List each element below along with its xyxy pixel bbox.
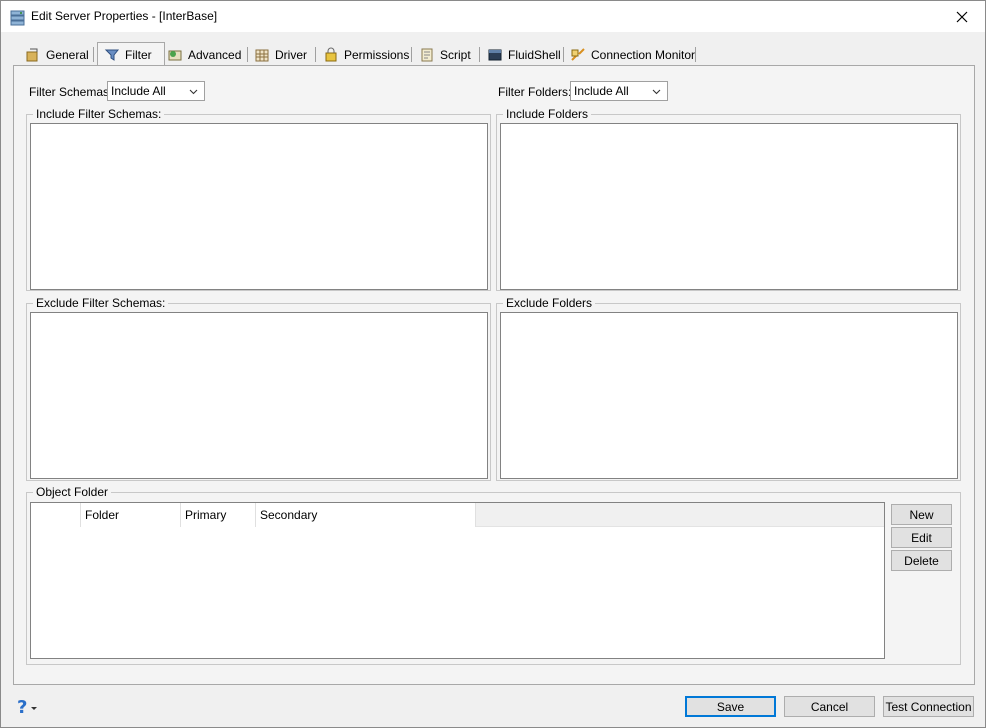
- object-folder-group: Object Folder Folder Primary Secondary N…: [26, 485, 961, 665]
- column-header-primary[interactable]: Primary: [181, 503, 256, 527]
- object-folder-title: Object Folder: [33, 485, 112, 499]
- filter-folders-select[interactable]: Include All: [570, 81, 668, 101]
- object-folder-table[interactable]: Folder Primary Secondary: [30, 502, 885, 659]
- dialog-window: Edit Server Properties - [InterBase] Gen…: [0, 0, 986, 728]
- include-filter-schemas-title: Include Filter Schemas:: [33, 107, 165, 121]
- tab-permissions[interactable]: Permissions: [323, 44, 409, 65]
- fluidshell-icon: [487, 47, 503, 63]
- chevron-down-icon: [652, 89, 661, 95]
- edit-button[interactable]: Edit: [891, 527, 952, 548]
- include-folders-list[interactable]: [500, 123, 958, 290]
- permissions-icon: [323, 47, 339, 63]
- general-icon: [25, 47, 41, 63]
- exclude-filter-schemas-title: Exclude Filter Schemas:: [33, 296, 169, 310]
- chevron-down-icon: [189, 89, 198, 95]
- delete-button[interactable]: Delete: [891, 550, 952, 571]
- filter-schemas-label: Filter Schemas:: [29, 85, 113, 99]
- filter-icon: [104, 47, 120, 63]
- close-button[interactable]: [939, 1, 985, 32]
- tab-bar: General Filter Advanced Driver Permissio…: [13, 42, 975, 66]
- server-icon: [9, 8, 27, 26]
- include-folders-title: Include Folders: [503, 107, 592, 121]
- exclude-folders-group: Exclude Folders: [496, 296, 961, 481]
- tab-filter[interactable]: Filter: [97, 42, 165, 66]
- chevron-down-icon: [31, 706, 38, 710]
- help-icon: ?: [17, 697, 28, 718]
- exclude-folders-title: Exclude Folders: [503, 296, 596, 310]
- test-connection-button[interactable]: Test Connection: [883, 696, 974, 717]
- exclude-filter-schemas-group: Exclude Filter Schemas:: [26, 296, 491, 481]
- close-icon: [956, 11, 968, 22]
- include-folders-group: Include Folders: [496, 107, 961, 291]
- include-filter-schemas-list[interactable]: [30, 123, 488, 290]
- tab-script[interactable]: Script: [419, 44, 471, 65]
- tab-fluidshell[interactable]: FluidShell: [487, 44, 561, 65]
- column-header-secondary[interactable]: Secondary: [256, 503, 476, 527]
- save-button[interactable]: Save: [685, 696, 776, 717]
- title-bar[interactable]: Edit Server Properties - [InterBase]: [1, 1, 985, 32]
- tab-driver[interactable]: Driver: [254, 44, 307, 65]
- window-title: Edit Server Properties - [InterBase]: [31, 9, 218, 23]
- driver-icon: [254, 47, 270, 63]
- tab-connection-monitor[interactable]: Connection Monitor: [570, 44, 695, 65]
- script-icon: [419, 47, 435, 63]
- tab-advanced[interactable]: Advanced: [167, 44, 241, 65]
- include-filter-schemas-group: Include Filter Schemas:: [26, 107, 491, 291]
- help-button[interactable]: ?: [17, 697, 38, 718]
- filter-schemas-select[interactable]: Include All: [107, 81, 205, 101]
- new-button[interactable]: New: [891, 504, 952, 525]
- tab-general[interactable]: General: [25, 44, 89, 65]
- advanced-icon: [167, 47, 183, 63]
- column-header-folder[interactable]: Folder: [81, 503, 181, 527]
- connection-monitor-icon: [570, 47, 586, 63]
- table-header: Folder Primary Secondary: [31, 503, 884, 527]
- exclude-folders-list[interactable]: [500, 312, 958, 479]
- column-header-selector[interactable]: [31, 503, 81, 527]
- exclude-filter-schemas-list[interactable]: [30, 312, 488, 479]
- filter-folders-label: Filter Folders:: [498, 85, 572, 99]
- filter-panel: Filter Schemas: Include All Filter Folde…: [13, 65, 975, 685]
- cancel-button[interactable]: Cancel: [784, 696, 875, 717]
